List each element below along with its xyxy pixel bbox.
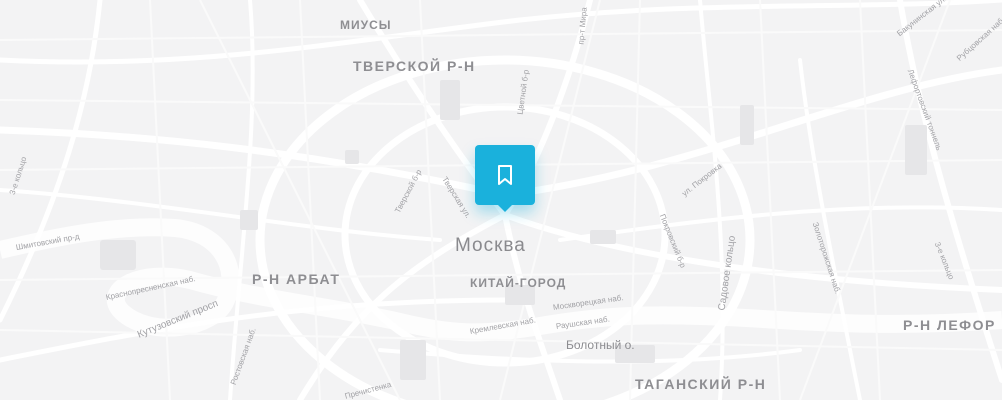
district-label-tverskoy: ТВЕРСКОЙ Р-Н <box>353 58 476 74</box>
map-marker[interactable] <box>475 145 535 212</box>
district-label-miusy: МИУСЫ <box>340 18 392 32</box>
bookmark-icon <box>498 165 512 185</box>
district-label-lefortovo: Р-Н ЛЕФОР <box>903 317 996 333</box>
district-label-arbat: Р-Н АРБАТ <box>252 271 341 287</box>
district-label-kitai-gorod: КИТАЙ-ГОРОД <box>470 276 567 290</box>
district-label-tagansky: ТАГАНСКИЙ Р-Н <box>635 376 767 392</box>
place-label-bolotny: Болотный о. <box>566 338 635 352</box>
map-canvas[interactable]: МИУСЫ ТВЕРСКОЙ Р-Н Р-Н АРБАТ КИТАЙ-ГОРОД… <box>0 0 1002 400</box>
city-label: Москва <box>455 235 526 256</box>
